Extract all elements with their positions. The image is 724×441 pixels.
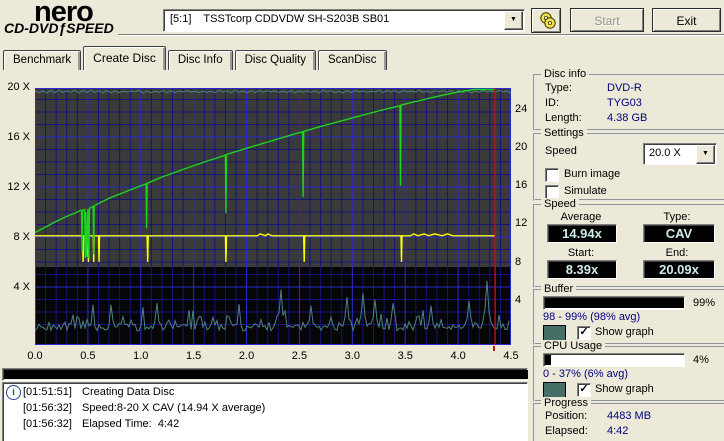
cpu-show-graph-checkbox[interactable]: ✓ xyxy=(577,383,591,397)
x-axis-tick: 2.0 xyxy=(238,350,255,362)
exit-button[interactable]: Exit xyxy=(652,8,721,32)
y-axis-left-tick: 20 X xyxy=(7,81,30,93)
y-axis-left-tick: 8 X xyxy=(13,231,30,243)
start-button[interactable]: Start xyxy=(570,8,644,32)
end-value-lcd: 20.09x xyxy=(643,260,715,279)
position-value: 4483 MB xyxy=(607,410,652,422)
elapsed-value: 4:42 xyxy=(607,425,629,437)
x-axis-tick: 0.5 xyxy=(80,350,96,362)
cpu-bar-fill xyxy=(545,355,551,365)
average-value-lcd: 14.94x xyxy=(547,224,617,243)
panel-disc-info: Disc info Type: DVD-R ID: TYG03 Length: … xyxy=(533,68,724,131)
x-axis-tick: 4.5 xyxy=(503,350,519,362)
buffer-range: 98 - 99% (98% avg) xyxy=(543,311,641,323)
chevron-down-icon[interactable]: ▼ xyxy=(504,11,523,30)
end-label: End: xyxy=(665,247,689,259)
x-axis-tick: 3.5 xyxy=(397,350,413,362)
header-divider xyxy=(118,34,724,36)
group-title: Progress xyxy=(541,397,592,409)
y-axis-left-tick: 16 X xyxy=(7,131,30,143)
chevron-down-icon[interactable]: ▼ xyxy=(696,145,715,164)
elapsed-label: Elapsed: xyxy=(545,425,588,437)
end-marker-tick xyxy=(493,346,495,351)
panel-speed: Speed Average Type: 14.94x CAV Start: En… xyxy=(533,198,724,288)
x-axis-tick: 2.5 xyxy=(291,350,308,362)
tab-benchmark[interactable]: Benchmark xyxy=(3,50,82,70)
simulate-checkbox[interactable] xyxy=(545,185,559,199)
y-axis-left-tick: 4 X xyxy=(13,281,30,293)
group-title: Disc info xyxy=(541,68,590,80)
log-message: Elapsed Time: 4:42 xyxy=(82,418,180,430)
buffer-color-swatch[interactable] xyxy=(543,325,566,341)
group-title: Speed xyxy=(541,198,579,210)
log-time: [01:51:51] xyxy=(23,386,72,398)
tab-scandisc[interactable]: ScanDisc xyxy=(317,50,387,70)
log-line: [01:56:32] Speed:8-20 X CAV (14.94 X aver… xyxy=(3,399,527,415)
tab-disc-quality[interactable]: Disc Quality xyxy=(234,50,316,70)
speed-select[interactable]: 20.0 X ▼ xyxy=(643,143,717,165)
buffer-bar xyxy=(543,296,685,310)
burn-image-label: Burn image xyxy=(564,168,621,180)
tab-disc-info[interactable]: Disc Info xyxy=(167,50,233,70)
log-time: [01:56:32] xyxy=(23,418,72,430)
cpu-range: 0 - 37% (6% avg) xyxy=(543,368,628,380)
drive-selector-value: [5:1] TSSTcorp CDDVDW SH-S203B SB01 xyxy=(170,13,390,25)
type-value-lcd: CAV xyxy=(643,224,715,243)
discs-icon xyxy=(540,12,556,29)
buffer-show-graph-checkbox[interactable]: ✓ xyxy=(577,326,591,340)
average-label: Average xyxy=(560,211,602,223)
speed-label: Speed xyxy=(545,145,577,157)
operation-progress-bar xyxy=(2,368,528,381)
x-axis-tick: 3.0 xyxy=(344,350,360,362)
disc-type-value: DVD-R xyxy=(607,82,642,94)
burn-image-checkbox[interactable] xyxy=(545,168,559,182)
x-axis-tick: 1.5 xyxy=(186,350,202,362)
cd-dvd-speed-logo: CD-DVDƒSPEED xyxy=(4,20,114,36)
tab-create-disc[interactable]: Create Disc xyxy=(83,46,166,70)
log-line: i [01:51:51] Creating Data Disc xyxy=(3,383,527,400)
panel-buffer: Buffer 99% 98 - 99% (98% avg) ✓ Show gra… xyxy=(533,283,724,345)
disc-type-label: Type: xyxy=(545,82,572,94)
panel-progress: Progress Position: 4483 MB Elapsed: 4:42 xyxy=(533,397,724,441)
buffer-bar-fill xyxy=(545,298,684,308)
x-axis-tick: 0.0 xyxy=(27,350,43,362)
y-axis-left-tick: 12 X xyxy=(7,181,30,193)
buffer-percent: 99% xyxy=(693,297,716,309)
panel-cpu: CPU Usage 4% 0 - 37% (6% avg) ✓ Show gra… xyxy=(533,340,724,402)
type-label: Type: xyxy=(663,211,691,223)
log-message: Speed:8-20 X CAV (14.94 X average) xyxy=(82,402,266,414)
info-icon: i xyxy=(6,385,21,400)
disc-id-label: ID: xyxy=(545,97,560,109)
cpu-bar xyxy=(543,353,685,367)
group-title: Buffer xyxy=(541,283,577,295)
drive-selector[interactable]: [5:1] TSSTcorp CDDVDW SH-S203B SB01 ▼ xyxy=(163,9,525,32)
log-time: [01:56:32] xyxy=(23,402,72,414)
disc-id-value: TYG03 xyxy=(607,97,642,109)
operation-progress-fill xyxy=(4,370,528,379)
cpu-percent: 4% xyxy=(693,354,709,366)
eject-button[interactable] xyxy=(531,8,561,33)
x-axis-tick: 4.0 xyxy=(450,350,466,362)
x-axis-tick: 1.0 xyxy=(133,350,149,362)
log-box: i [01:51:51] Creating Data Disc [01:56:32] S… xyxy=(2,382,528,441)
position-label: Position: xyxy=(545,410,588,422)
start-label: Start: xyxy=(567,247,595,259)
start-value-lcd: 8.39x xyxy=(547,260,617,279)
disc-length-value: 4.38 GB xyxy=(607,112,648,124)
write-speed-chart xyxy=(35,88,511,345)
group-title: CPU Usage xyxy=(541,340,606,352)
chart-area: 20 X 16 X 12 X8 X4 X 24 20 16 12 8 4 0.0 0.5 1.0 1… xyxy=(0,74,532,374)
panel-settings: Settings Speed 20.0 X ▼ Burn image Simul… xyxy=(533,127,724,201)
simulate-label: Simulate xyxy=(564,185,607,197)
cpu-color-swatch[interactable] xyxy=(543,382,566,398)
disc-length-label: Length: xyxy=(545,112,582,124)
cpu-show-graph-label: Show graph xyxy=(595,383,654,395)
buffer-show-graph-label: Show graph xyxy=(595,326,654,338)
app-window: nero CD-DVDƒSPEED [5:1] TSSTcorp CDDVDW … xyxy=(0,0,724,441)
log-message: Creating Data Disc xyxy=(82,386,175,398)
speed-select-value: 20.0 X xyxy=(649,147,681,159)
group-title: Settings xyxy=(541,127,587,139)
tab-bar: Benchmark Create Disc Disc Info Disc Qualit… xyxy=(3,46,389,70)
log-line: [01:56:32] Elapsed Time: 4:42 xyxy=(3,415,527,431)
